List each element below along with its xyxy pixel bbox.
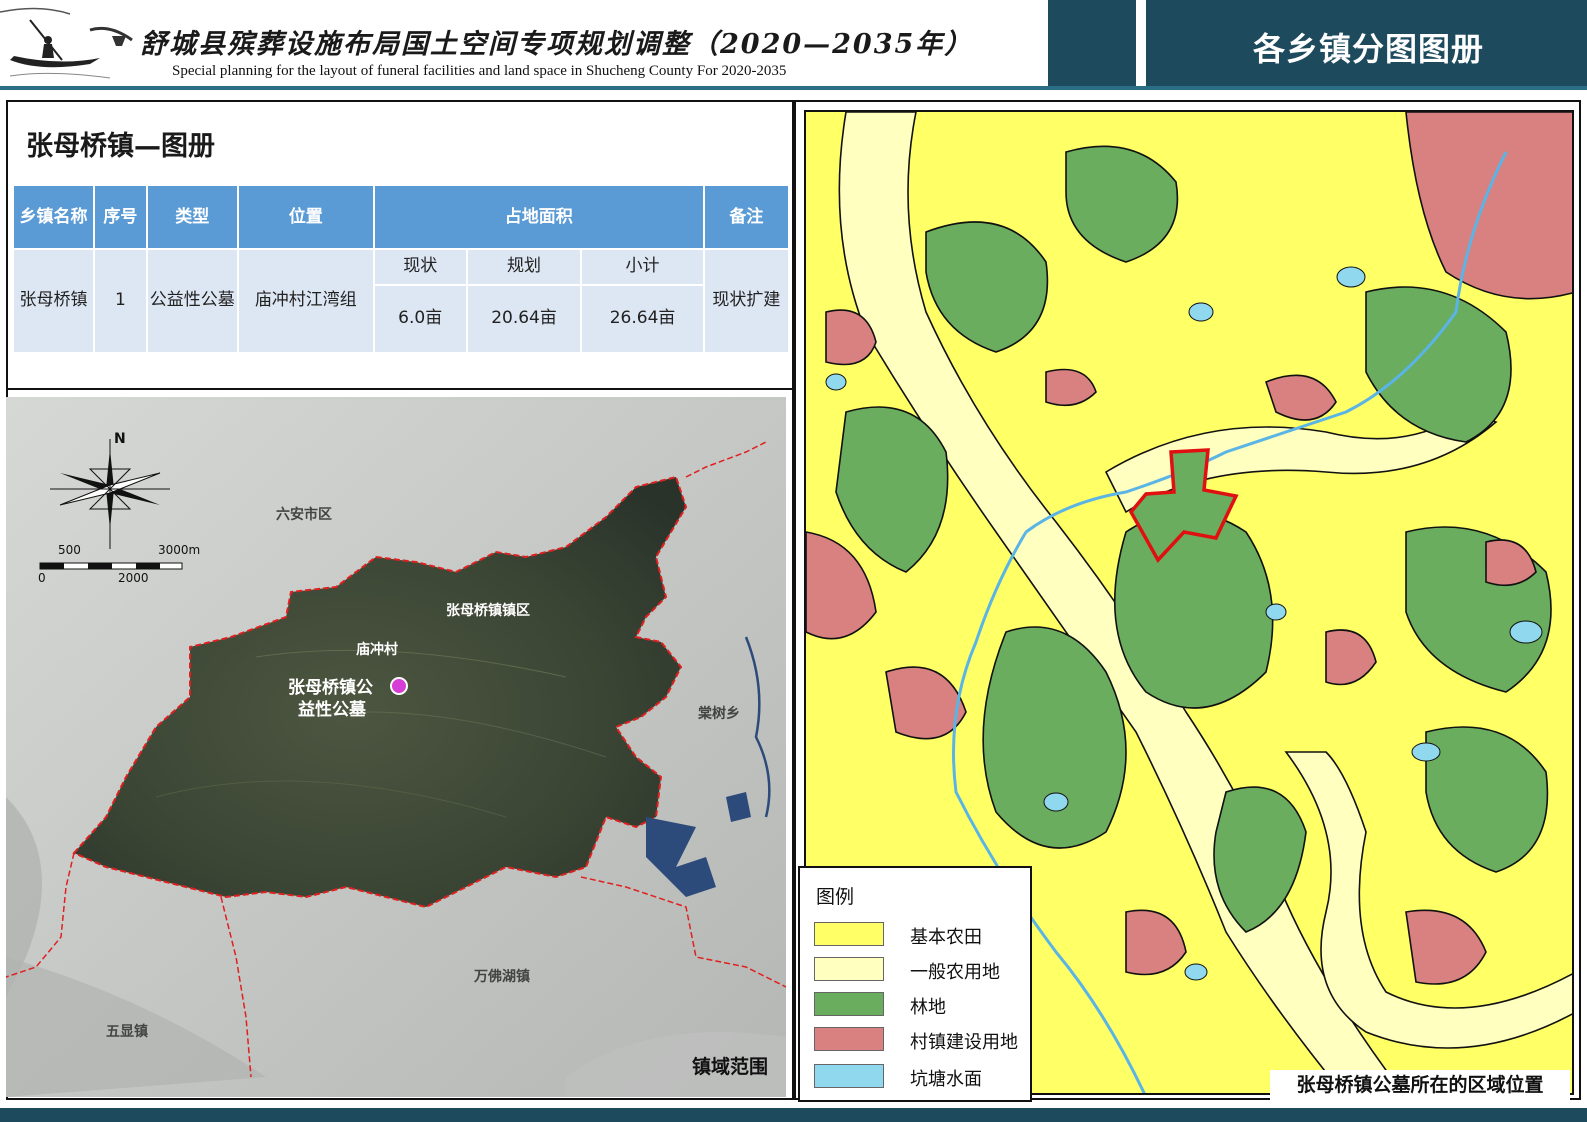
footer-bar <box>0 1108 1587 1122</box>
legend-label: 坑塘水面 <box>910 1069 982 1090</box>
legend-swatch <box>814 1027 884 1051</box>
scale-bar-icon <box>39 562 183 570</box>
satellite-map: N 500 3000m 0 2000 六安市区 张母桥镇镇区 庙冲村 张母桥镇公… <box>6 397 786 1097</box>
scale-label-3000: 3000m <box>158 543 201 557</box>
header-location: 位置 <box>236 184 375 250</box>
cemetery-marker <box>390 677 408 695</box>
panel-divider <box>8 388 796 390</box>
legend-title: 图例 <box>816 886 855 908</box>
header-no: 序号 <box>93 184 148 250</box>
sat-map-caption: 镇域范围 <box>691 1056 768 1078</box>
header-remark: 备注 <box>702 184 791 250</box>
legend-label: 一般农用地 <box>910 962 1000 983</box>
subheader-planned: 规划 <box>465 248 583 286</box>
legend-swatch <box>814 922 884 946</box>
cell-remark: 现状扩建 <box>702 248 791 354</box>
map-legend: 图例 基本农田 一般农用地 林地 村镇建设用地 坑塘水面 <box>798 866 1032 1102</box>
cell-planned: 20.64亩 <box>465 284 583 354</box>
label-liuan: 六安市区 <box>276 507 332 523</box>
legend-item-forest: 林地 <box>814 992 1024 1018</box>
subheader-current: 现状 <box>372 248 468 286</box>
legend-label: 基本农田 <box>910 927 982 948</box>
scale-label-500: 500 <box>58 543 81 557</box>
cell-current: 6.0亩 <box>372 284 468 354</box>
legend-item-general-farmland: 一般农用地 <box>814 957 1024 983</box>
label-cemetery-line2: 益性公墓 <box>298 700 366 720</box>
cemetery-info-table: 乡镇名称 序号 类型 位置 占地面积 备注 张母桥镇 1 公益性公墓 庙冲村江湾… <box>11 184 791 354</box>
compass-label: N <box>114 431 126 447</box>
cell-location: 庙冲村江湾组 <box>236 248 375 354</box>
label-town-area: 张母桥镇镇区 <box>446 603 530 619</box>
legend-swatch <box>814 957 884 981</box>
satellite-map-canvas <box>6 397 786 1097</box>
header-right-block: 各乡镇分图图册 <box>1150 0 1587 86</box>
legend-label: 村镇建设用地 <box>910 1032 1018 1053</box>
page-title-en: Special planning for the layout of funer… <box>172 63 787 79</box>
cell-no: 1 <box>93 248 148 354</box>
scale-label-0: 0 <box>38 571 46 585</box>
header-separator <box>1048 0 1146 86</box>
legend-swatch <box>814 1064 884 1088</box>
legend-item-construction: 村镇建设用地 <box>814 1027 1024 1053</box>
header-title-area: 舒城县殡葬设施布局国土空间专项规划调整（2020—2035年） Special … <box>0 0 1048 86</box>
header-area: 占地面积 <box>372 184 705 250</box>
header-type: 类型 <box>145 184 239 250</box>
section-title: 张母桥镇—图册 <box>26 131 215 162</box>
cell-town: 张母桥镇 <box>11 248 96 354</box>
label-wanfohu: 万佛湖镇 <box>474 969 530 985</box>
label-wuxian: 五显镇 <box>106 1024 148 1040</box>
land-use-caption: 张母桥镇公墓所在的区域位置 <box>1270 1070 1570 1100</box>
header-underline <box>0 86 1587 90</box>
scale-label-2000: 2000 <box>118 571 149 585</box>
label-tangshu: 棠树乡 <box>698 706 740 722</box>
cell-subtotal: 26.64亩 <box>580 284 705 354</box>
page-title-cn: 舒城县殡葬设施布局国土空间专项规划调整（2020—2035年） <box>140 29 974 60</box>
legend-item-water: 坑塘水面 <box>814 1064 1024 1090</box>
legend-item-basic-farmland: 基本农田 <box>814 922 1024 948</box>
legend-label: 林地 <box>910 997 946 1018</box>
header-bar: 舒城县殡葬设施布局国土空间专项规划调整（2020—2035年） Special … <box>0 0 1587 90</box>
legend-swatch <box>814 992 884 1016</box>
boatman-logo-icon <box>0 7 133 79</box>
header-town: 乡镇名称 <box>11 184 96 250</box>
cell-type: 公益性公墓 <box>145 248 239 354</box>
label-miaochong: 庙冲村 <box>356 642 398 658</box>
subheader-subtotal: 小计 <box>580 248 705 286</box>
atlas-title: 各乡镇分图图册 <box>1252 30 1484 68</box>
